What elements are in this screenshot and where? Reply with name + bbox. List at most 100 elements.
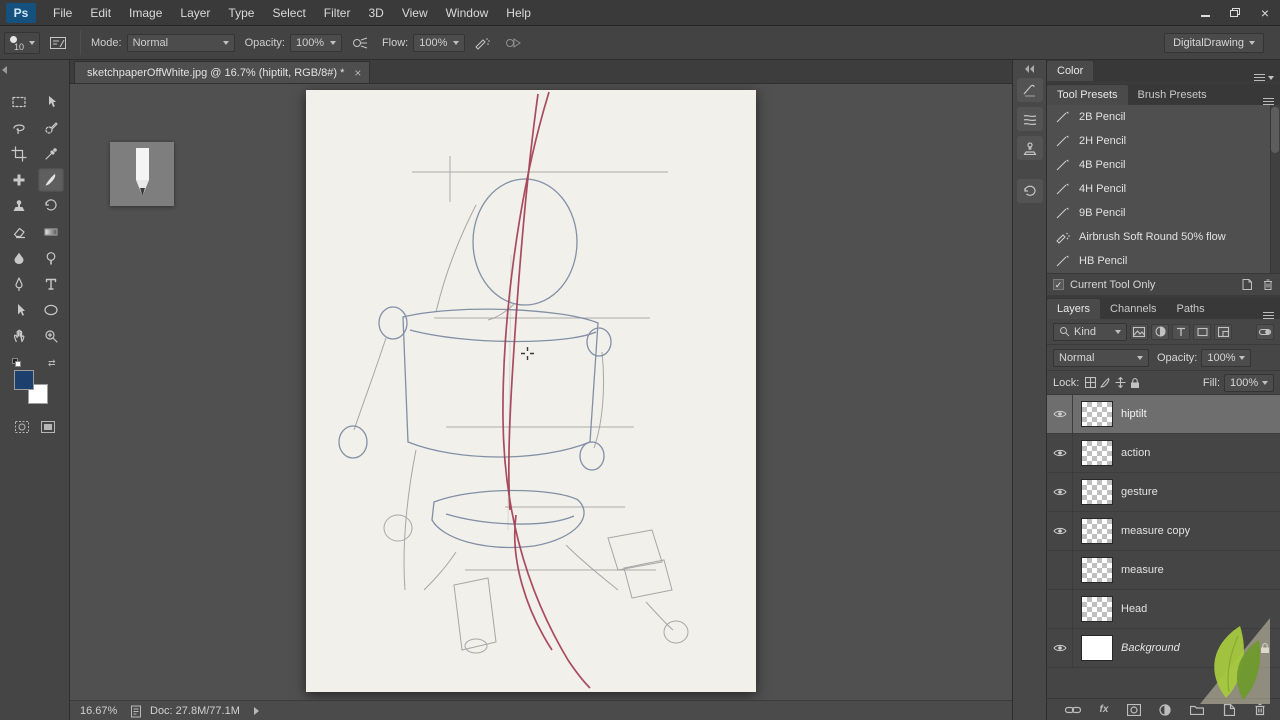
close-button[interactable]: × [1250, 2, 1280, 24]
restore-button[interactable] [1220, 2, 1250, 24]
layer-row-measure[interactable]: measure [1047, 551, 1280, 590]
new-layer-icon[interactable] [1222, 703, 1236, 716]
move-tool[interactable] [38, 90, 64, 114]
filter-type-layers-icon[interactable] [1172, 323, 1190, 340]
type-tool[interactable] [38, 272, 64, 296]
brush-tool[interactable] [37, 168, 64, 192]
preset-item[interactable]: 2B Pencil [1047, 105, 1280, 129]
current-tool-only-checkbox[interactable]: ✓ [1053, 279, 1064, 290]
quick-selection-tool[interactable] [38, 116, 64, 140]
layer-thumbnail[interactable] [1081, 635, 1113, 661]
layer-name[interactable]: hiptilt [1121, 408, 1147, 420]
doc-status-icon[interactable] [130, 704, 142, 718]
layer-name[interactable]: Background [1121, 642, 1180, 654]
clone-stamp-tool[interactable] [6, 194, 32, 218]
delete-preset-icon[interactable] [1262, 278, 1274, 291]
lock-position-icon[interactable] [1115, 377, 1126, 388]
lock-paint-icon[interactable] [1100, 377, 1111, 388]
workspace-switcher[interactable]: DigitalDrawing [1164, 32, 1264, 53]
minimize-button[interactable] [1190, 2, 1220, 24]
scrollbar-thumb[interactable] [1271, 107, 1279, 153]
menu-file[interactable]: File [44, 0, 81, 26]
zoom-level-field[interactable]: 16.67% [80, 705, 130, 717]
expand-panels-icon[interactable] [1013, 65, 1046, 73]
screen-mode-icon[interactable] [40, 420, 56, 434]
history-panel-button[interactable] [1016, 179, 1043, 203]
menu-filter[interactable]: Filter [315, 0, 360, 26]
tab-brush-presets[interactable]: Brush Presets [1127, 85, 1217, 105]
visibility-toggle[interactable] [1047, 395, 1073, 433]
menu-select[interactable]: Select [263, 0, 314, 26]
lasso-tool[interactable] [6, 116, 32, 140]
layer-mask-icon[interactable] [1126, 703, 1141, 716]
presets-scrollbar[interactable] [1270, 105, 1280, 273]
menu-edit[interactable]: Edit [81, 0, 120, 26]
visibility-toggle[interactable] [1047, 551, 1073, 589]
brush-panel-button[interactable] [1016, 78, 1043, 102]
layer-row-background[interactable]: Background [1047, 629, 1280, 668]
history-brush-tool[interactable] [38, 194, 64, 218]
preset-item[interactable]: 4B Pencil [1047, 153, 1280, 177]
layer-row-hiptilt[interactable]: hiptilt [1047, 395, 1280, 434]
menu-3d[interactable]: 3D [359, 0, 392, 26]
opacity-select[interactable]: 100% [289, 33, 342, 52]
eraser-tool[interactable] [6, 220, 32, 244]
airbrush-toggle-button[interactable] [471, 31, 495, 55]
filter-pixel-layers-icon[interactable] [1130, 323, 1148, 340]
lock-transparency-icon[interactable] [1085, 377, 1097, 388]
preset-item[interactable]: 9B Pencil [1047, 201, 1280, 225]
pressure-size-button[interactable] [501, 31, 525, 55]
adjustment-layer-icon[interactable] [1159, 703, 1172, 716]
status-flyout-icon[interactable] [253, 706, 259, 715]
layer-name[interactable]: action [1121, 447, 1150, 459]
zoom-tool[interactable] [38, 324, 64, 348]
brush-presets-panel-button[interactable] [1016, 107, 1043, 131]
delete-layer-icon[interactable] [1254, 703, 1266, 716]
healing-brush-tool[interactable] [6, 168, 32, 192]
swap-colors-icon[interactable]: ⇄ [48, 358, 56, 369]
preset-item[interactable]: 2H Pencil [1047, 129, 1280, 153]
tab-tool-presets[interactable]: Tool Presets [1047, 85, 1128, 105]
menu-window[interactable]: Window [437, 0, 498, 26]
brush-preset-picker[interactable]: 10 [4, 31, 41, 54]
toggle-brush-panel-button[interactable] [46, 31, 70, 55]
visibility-toggle[interactable] [1047, 590, 1073, 628]
pressure-opacity-button[interactable] [348, 31, 372, 55]
layer-row-head[interactable]: Head [1047, 590, 1280, 629]
tab-color[interactable]: Color [1047, 61, 1094, 81]
tab-paths[interactable]: Paths [1166, 299, 1215, 319]
layer-row-action[interactable]: action [1047, 434, 1280, 473]
eyedropper-tool[interactable] [38, 142, 64, 166]
color-panel-menu[interactable] [1254, 74, 1274, 81]
filter-shape-layers-icon[interactable] [1193, 323, 1211, 340]
new-group-icon[interactable] [1189, 704, 1204, 715]
preset-item[interactable]: 4H Pencil [1047, 177, 1280, 201]
layer-thumbnail[interactable] [1081, 518, 1113, 544]
tab-close-icon[interactable]: × [354, 66, 361, 80]
layer-thumbnail[interactable] [1081, 401, 1113, 427]
menu-type[interactable]: Type [219, 0, 263, 26]
flow-select[interactable]: 100% [413, 33, 466, 52]
hand-tool[interactable] [6, 324, 32, 348]
crop-tool[interactable] [6, 142, 32, 166]
canvas-viewport[interactable] [70, 84, 1012, 700]
clone-source-panel-button[interactable] [1016, 136, 1043, 160]
path-selection-tool[interactable] [6, 298, 32, 322]
lock-all-icon[interactable] [1130, 377, 1140, 389]
layer-name[interactable]: Head [1121, 603, 1147, 615]
preset-item[interactable]: Airbrush Soft Round 50% flow [1047, 225, 1280, 249]
layer-blend-mode-select[interactable]: Normal [1053, 348, 1149, 367]
layer-fill-select[interactable]: 100% [1224, 373, 1274, 392]
document-tab[interactable]: sketchpaperOffWhite.jpg @ 16.7% (hiptilt… [74, 61, 371, 83]
ellipse-shape-tool[interactable] [38, 298, 64, 322]
pen-tool[interactable] [6, 272, 32, 296]
gradient-tool[interactable] [38, 220, 64, 244]
presets-panel-menu[interactable] [1263, 98, 1274, 105]
visibility-toggle[interactable] [1047, 434, 1073, 472]
blur-tool[interactable] [6, 246, 32, 270]
layer-thumbnail[interactable] [1081, 557, 1113, 583]
rectangular-marquee-tool[interactable] [6, 90, 32, 114]
layers-panel-menu[interactable] [1263, 312, 1274, 319]
blend-mode-select[interactable]: Normal [126, 33, 235, 52]
layer-name[interactable]: measure copy [1121, 525, 1190, 537]
